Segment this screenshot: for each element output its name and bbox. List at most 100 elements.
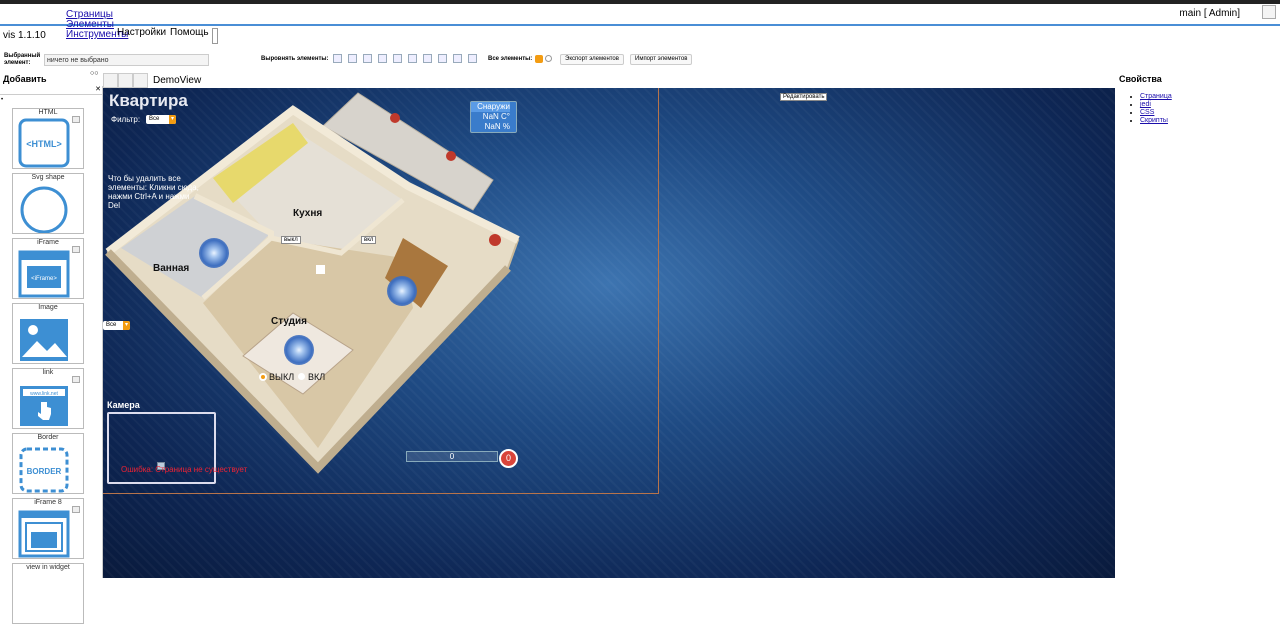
circle-shape-icon bbox=[20, 186, 68, 233]
properties-title: Свойства bbox=[1119, 74, 1162, 84]
radio-off-label: ВЫКЛ bbox=[269, 372, 295, 382]
align-bottom-icon[interactable] bbox=[378, 54, 387, 63]
counter-field[interactable]: 0 bbox=[406, 451, 498, 462]
widget-iframe[interactable]: iFrame <iFrame> bbox=[12, 238, 84, 299]
align-right-icon[interactable] bbox=[348, 54, 357, 63]
view-canvas[interactable]: Квартира Фильтр: Все ▾ Все ▾ Что бы удал… bbox=[103, 88, 1115, 578]
view-name[interactable]: DemoView bbox=[153, 75, 201, 86]
all-elements-radio[interactable] bbox=[545, 55, 552, 62]
side-filter-value: Все bbox=[106, 322, 117, 328]
collapse-icon[interactable]: ○○ bbox=[90, 70, 98, 77]
export-elements-button[interactable]: Экспорт элементов bbox=[560, 54, 624, 65]
edit-button[interactable]: Редактировать bbox=[780, 93, 828, 101]
chevron-down-icon: ▾ bbox=[169, 115, 176, 124]
weather-temp: NaN C° bbox=[482, 112, 510, 121]
clear-filter-icon[interactable]: ✕ bbox=[95, 85, 101, 93]
view-tab[interactable] bbox=[133, 73, 148, 88]
delete-hint[interactable]: Что бы удалить все элементы: Кликни сюда… bbox=[108, 174, 203, 210]
menu-help[interactable]: Помощь bbox=[170, 27, 209, 38]
side-filter-select[interactable]: Все ▾ bbox=[103, 321, 130, 330]
all-elements-label: Все элементы: bbox=[488, 56, 533, 62]
widget-preview-icon bbox=[72, 116, 80, 123]
camera-label: Камера bbox=[107, 400, 140, 410]
link-icon: www.link.net bbox=[20, 386, 68, 426]
palette-bullet: • bbox=[1, 97, 4, 103]
same-height-icon[interactable] bbox=[468, 54, 477, 63]
svg-text:<HTML>: <HTML> bbox=[26, 139, 62, 149]
align-left-icon[interactable] bbox=[333, 54, 342, 63]
svg-text:<iFrame>: <iFrame> bbox=[31, 276, 57, 282]
menu-extra-box[interactable] bbox=[212, 28, 218, 44]
widget-preview-icon bbox=[72, 246, 80, 253]
menu-settings[interactable]: Настройки bbox=[117, 27, 166, 38]
weather-title: Снаружи bbox=[471, 102, 510, 112]
bath-lamp-icon[interactable] bbox=[199, 238, 229, 268]
widget-title: Image bbox=[38, 304, 58, 311]
widget-border[interactable]: Border BORDER bbox=[12, 433, 84, 494]
window-top-strip bbox=[0, 0, 1280, 4]
filter-value: Все bbox=[149, 116, 160, 122]
fullscreen-toggle[interactable] bbox=[1262, 5, 1276, 19]
page-title: Квартира bbox=[109, 91, 188, 110]
user-info: main [ Admin] bbox=[1179, 8, 1240, 19]
distribute-h-icon[interactable] bbox=[423, 54, 432, 63]
distribute-v-icon[interactable] bbox=[438, 54, 447, 63]
align-elements-label: Выровнять элементы: bbox=[261, 56, 329, 62]
widget-view-in-widget[interactable]: view in widget bbox=[12, 563, 84, 624]
widget-link[interactable]: link www.link.net bbox=[12, 368, 84, 429]
align-top-icon[interactable] bbox=[363, 54, 372, 63]
filter-select[interactable]: Все ▾ bbox=[146, 115, 176, 124]
room-studio-label: Студия bbox=[271, 316, 308, 327]
palette-filter-input[interactable]: ✕ bbox=[0, 86, 103, 95]
view-tab[interactable] bbox=[118, 73, 133, 88]
weather-humidity: NaN % bbox=[484, 122, 510, 131]
widget-html[interactable]: HTML <HTML> bbox=[12, 108, 84, 169]
radio-on-label: ВКЛ bbox=[308, 372, 326, 382]
iframe8-icon bbox=[18, 510, 70, 558]
view-tab[interactable] bbox=[103, 73, 118, 88]
camera-error: Ошибка: Страница не существует bbox=[121, 465, 248, 474]
kitchen-on-button[interactable]: вкл bbox=[361, 236, 377, 244]
properties-item: jedi bbox=[1140, 101, 1172, 109]
widget-iframe8[interactable]: iFrame 8 bbox=[12, 498, 84, 559]
properties-theme-link[interactable]: jedi bbox=[1140, 101, 1151, 108]
properties-item: Страница bbox=[1140, 93, 1172, 101]
svg-text:www.link.net: www.link.net bbox=[30, 391, 58, 397]
all-elements-checkbox[interactable] bbox=[535, 55, 543, 63]
svg-text:BORDER: BORDER bbox=[27, 467, 62, 476]
kitchen-off-button[interactable]: выкл bbox=[281, 236, 301, 244]
widget-palette: ✕ • HTML <HTML> Svg shape iFrame <iFrame… bbox=[0, 86, 103, 624]
counter-badge[interactable]: 0 bbox=[499, 449, 518, 468]
properties-item: CSS bbox=[1140, 109, 1172, 117]
widget-svg-shape[interactable]: Svg shape bbox=[12, 173, 84, 234]
header-divider bbox=[0, 24, 1280, 26]
room-kitchen-label: Кухня bbox=[293, 208, 323, 219]
selected-element-field[interactable]: ничего не выбрано bbox=[44, 54, 209, 66]
studio-lamp-icon[interactable] bbox=[284, 335, 314, 365]
selected-element-label: Выбранный элемент: bbox=[4, 53, 41, 66]
widget-title: Border bbox=[37, 434, 59, 441]
room-bath-label: Ванная bbox=[153, 263, 190, 274]
same-width-icon[interactable] bbox=[453, 54, 462, 63]
widget-preview-icon bbox=[72, 506, 80, 513]
kitchen-lamp-icon[interactable] bbox=[387, 276, 417, 306]
iframe-icon: <iFrame> bbox=[18, 250, 70, 298]
weather-widget: Снаружи NaN C° NaN % bbox=[470, 101, 517, 133]
filter-label: Фильтр: bbox=[111, 115, 141, 124]
widget-image[interactable]: Image bbox=[12, 303, 84, 364]
align-vcenter-icon[interactable] bbox=[393, 54, 402, 63]
properties-item: Скрипты bbox=[1140, 117, 1172, 125]
align-hcenter-icon[interactable] bbox=[408, 54, 417, 63]
properties-css-link[interactable]: CSS bbox=[1140, 109, 1154, 116]
properties-scripts-link[interactable]: Скрипты bbox=[1140, 117, 1168, 124]
chevron-down-icon: ▾ bbox=[123, 321, 130, 330]
properties-page-link[interactable]: Страница bbox=[1140, 93, 1172, 100]
image-icon bbox=[20, 319, 68, 361]
properties-list: Страница jedi CSS Скрипты bbox=[1128, 93, 1172, 125]
radio-off[interactable] bbox=[259, 373, 267, 381]
add-panel-title: Добавить bbox=[3, 74, 47, 84]
import-elements-button[interactable]: Импорт элементов bbox=[630, 54, 693, 65]
widget-preview-icon bbox=[72, 376, 80, 383]
html-icon: <HTML> bbox=[18, 118, 70, 168]
radio-on[interactable] bbox=[298, 373, 305, 380]
